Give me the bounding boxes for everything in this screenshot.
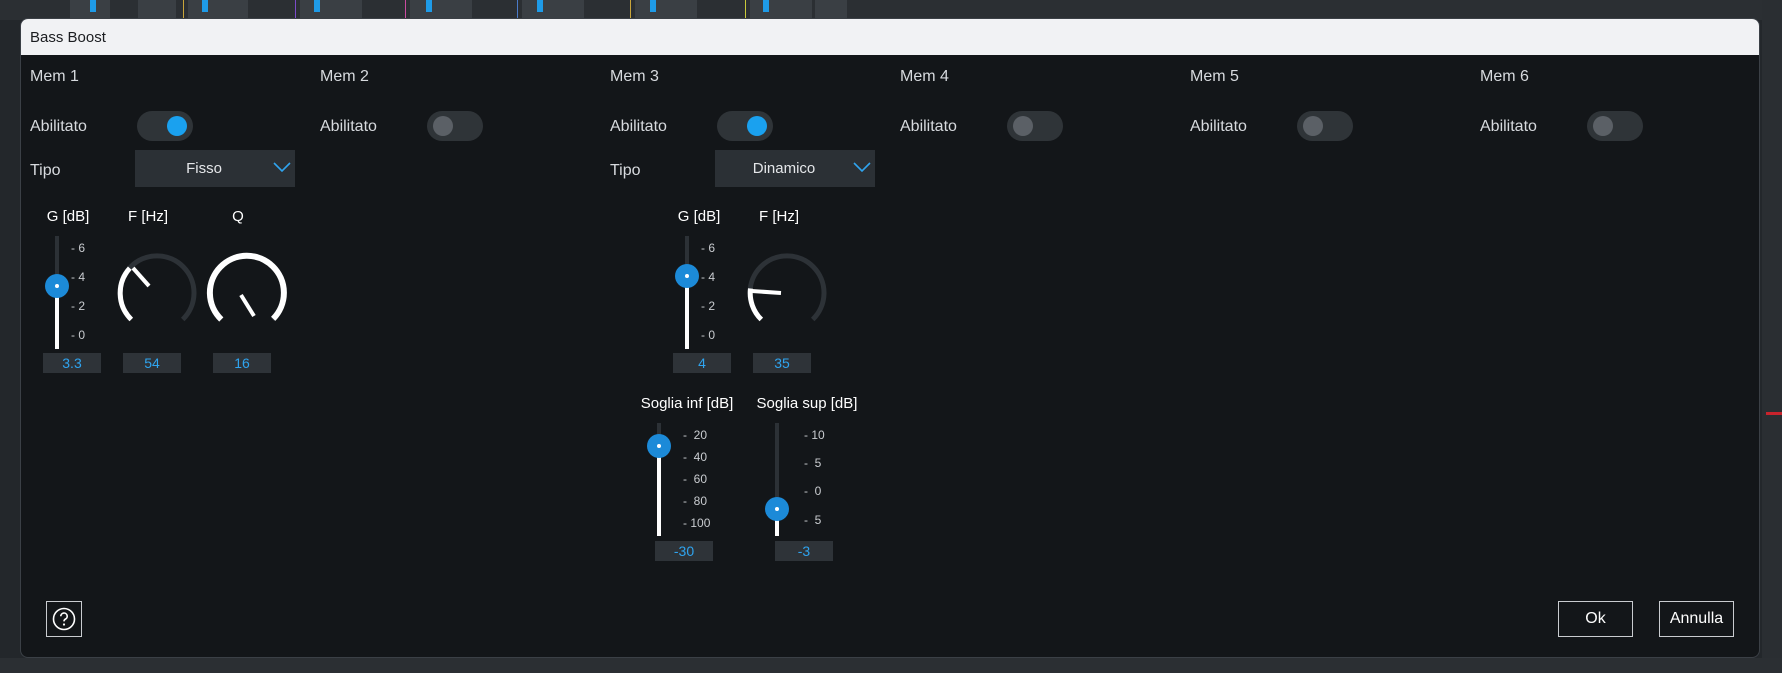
mem6-title: Mem 6 <box>1480 68 1529 85</box>
background-timeline <box>0 658 1782 673</box>
cancel-button[interactable]: Annulla <box>1659 601 1734 637</box>
mem1-enabled-label: Abilitato <box>30 118 87 135</box>
tick-label: - 60 <box>683 472 708 486</box>
toggle-knob <box>433 116 453 136</box>
mem1-type-value: Fisso <box>186 160 222 177</box>
playhead-marker <box>1766 412 1782 415</box>
mem3-enabled-label: Abilitato <box>610 118 667 135</box>
mem1-q-knob[interactable] <box>202 248 292 338</box>
tick-label: - 4 <box>71 270 86 284</box>
tick-label: - 2 <box>71 299 86 313</box>
tick-label: - 6 <box>71 241 86 255</box>
mem4-enabled-label: Abilitato <box>900 118 957 135</box>
mem3-type-label: Tipo <box>610 162 641 179</box>
mem1-type-label: Tipo <box>30 162 61 179</box>
ok-button[interactable]: Ok <box>1558 601 1633 637</box>
mem2-title: Mem 2 <box>320 68 369 85</box>
mem1-gain-value[interactable]: 3.3 <box>43 353 101 373</box>
mem1-gain-label: G [dB] <box>46 208 90 225</box>
tick-label: - 0 <box>804 484 822 498</box>
background-track-strip <box>0 0 1782 20</box>
mem1-freq-label: F [Hz] <box>128 208 168 225</box>
background-panel-right <box>1762 0 1782 673</box>
tick-label: - 10 <box>804 428 825 442</box>
toggle-knob <box>747 116 767 136</box>
mem6-enabled-toggle[interactable] <box>1587 111 1643 141</box>
mem1-q-value[interactable]: 16 <box>213 353 271 373</box>
toggle-knob <box>1303 116 1323 136</box>
dialog-title: Bass Boost <box>30 29 106 46</box>
mem4-enabled-toggle[interactable] <box>1007 111 1063 141</box>
slider-thumb[interactable] <box>45 274 69 298</box>
mem3-high-threshold-value[interactable]: -3 <box>775 541 833 561</box>
mem1-enabled-toggle[interactable] <box>137 111 193 141</box>
tick-label: - 5 <box>804 456 822 470</box>
mem3-freq-knob[interactable] <box>742 248 832 338</box>
mem1-freq-knob[interactable] <box>112 248 202 338</box>
mem3-enabled-toggle[interactable] <box>717 111 773 141</box>
chevron-down-icon <box>273 162 291 173</box>
mem3-gain-value[interactable]: 4 <box>673 353 731 373</box>
tick-label: - 2 <box>701 299 716 313</box>
mem4-title: Mem 4 <box>900 68 949 85</box>
mem3-gain-label: G [dB] <box>677 208 721 225</box>
tick-label: - 80 <box>683 494 708 508</box>
mem1-q-label: Q <box>232 208 244 225</box>
mem1-type-select[interactable]: Fisso <box>135 150 295 187</box>
mem3-type-select[interactable]: Dinamico <box>715 150 875 187</box>
dialog-titlebar[interactable]: Bass Boost <box>21 19 1759 55</box>
mem2-enabled-label: Abilitato <box>320 118 377 135</box>
tick-label: - 0 <box>701 328 716 342</box>
mem5-enabled-label: Abilitato <box>1190 118 1247 135</box>
slider-thumb[interactable] <box>765 497 789 521</box>
slider-thumb[interactable] <box>647 434 671 458</box>
mem3-type-value: Dinamico <box>752 160 816 177</box>
tick-label: - 100 <box>683 516 711 530</box>
mem3-low-threshold-label: Soglia inf [dB] <box>640 395 734 412</box>
mem3-freq-label: F [Hz] <box>759 208 799 225</box>
mem5-title: Mem 5 <box>1190 68 1239 85</box>
mem2-enabled-toggle[interactable] <box>427 111 483 141</box>
tick-label: - 20 <box>683 428 708 442</box>
mem1-title: Mem 1 <box>30 68 79 85</box>
tick-label: - 6 <box>701 241 716 255</box>
help-button[interactable] <box>46 601 82 637</box>
mem6-enabled-label: Abilitato <box>1480 118 1537 135</box>
tick-label: - 5 <box>804 513 822 527</box>
toggle-knob <box>167 116 187 136</box>
toggle-knob <box>1013 116 1033 136</box>
tick-label: - 40 <box>683 450 708 464</box>
mem5-enabled-toggle[interactable] <box>1297 111 1353 141</box>
mem3-low-threshold-value[interactable]: -30 <box>655 541 713 561</box>
mem3-high-threshold-label: Soglia sup [dB] <box>756 395 858 412</box>
chevron-down-icon <box>853 162 871 173</box>
question-circle-icon <box>52 607 76 631</box>
tick-label: - 0 <box>71 328 86 342</box>
mem1-freq-value[interactable]: 54 <box>123 353 181 373</box>
toggle-knob <box>1593 116 1613 136</box>
slider-thumb[interactable] <box>675 264 699 288</box>
mem3-title: Mem 3 <box>610 68 659 85</box>
bass-boost-dialog: Bass Boost Mem 1 Mem 2 Mem 3 Mem 4 Mem 5… <box>20 18 1760 658</box>
mem3-freq-value[interactable]: 35 <box>753 353 811 373</box>
tick-label: - 4 <box>701 270 716 284</box>
